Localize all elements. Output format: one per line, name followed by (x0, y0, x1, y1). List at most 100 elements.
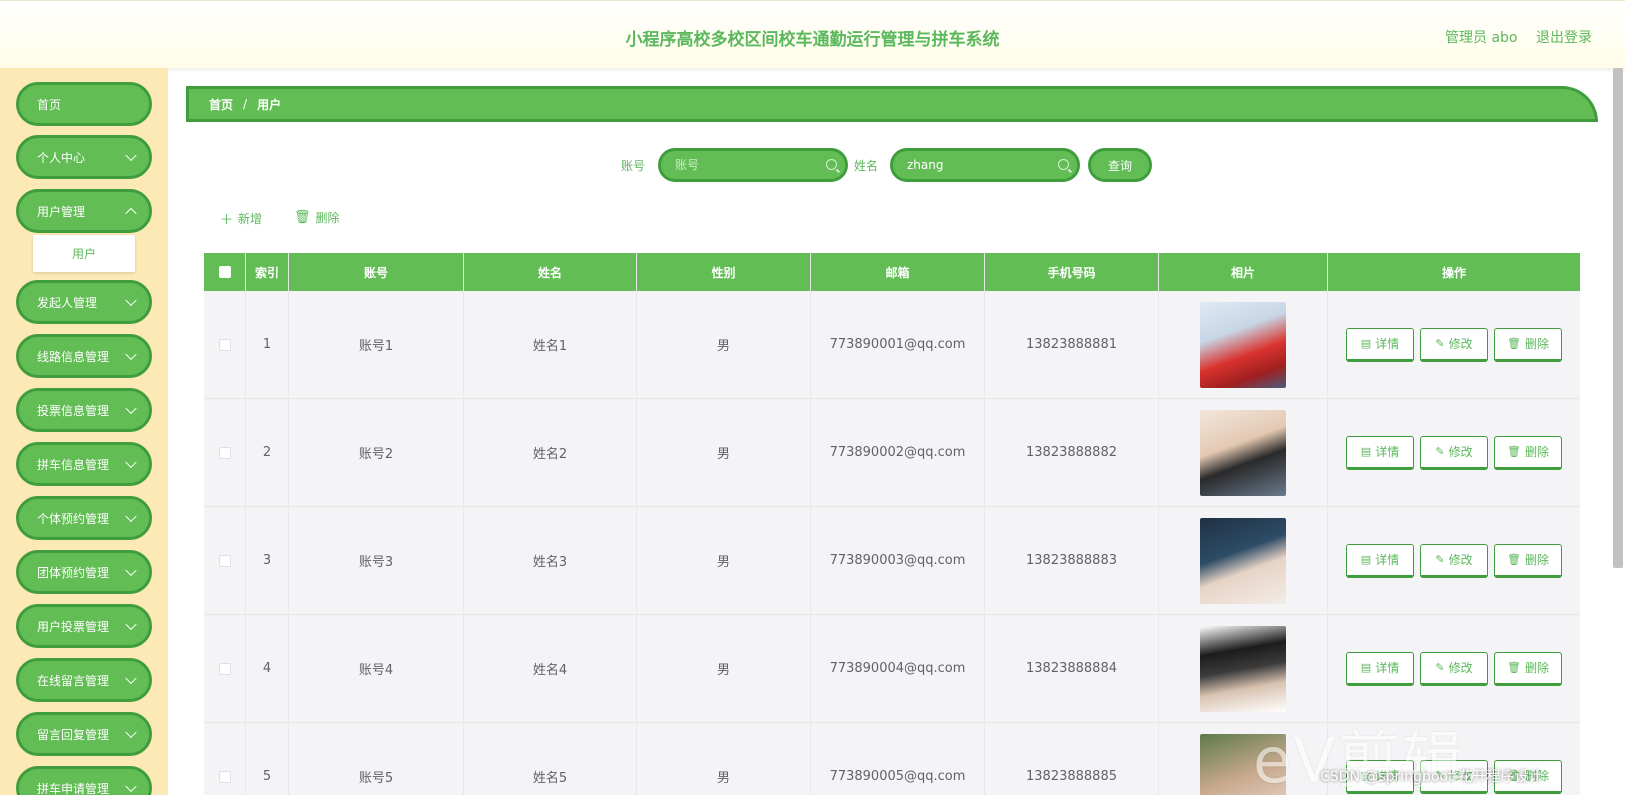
user-photo[interactable] (1200, 301, 1286, 388)
sidebar-item-group-booking[interactable]: 团体预约管理 (16, 550, 152, 594)
index-cell: 1 (246, 291, 289, 398)
table-row: 4 账号4 姓名4 男 773890004@qq.com 13823888884… (204, 615, 1580, 723)
email-cell: 773890003@qq.com (811, 507, 985, 614)
chevron-down-icon (125, 402, 137, 415)
sidebar-item-label: 用户投票管理 (37, 619, 110, 634)
account-cell: 账号2 (289, 399, 464, 506)
sidebar-item-user-vote[interactable]: 用户投票管理 (16, 604, 152, 648)
delete-label: 删除 (1524, 445, 1549, 459)
app-title: 小程序高校多校区间校车通勤运行管理与拼车系统 (625, 30, 1000, 50)
gender-cell: 男 (637, 615, 811, 722)
account-search-input[interactable] (658, 148, 848, 182)
phone-cell: 13823888884 (985, 615, 1159, 722)
sidebar-item-user-management[interactable]: 用户管理 (16, 189, 152, 233)
submenu-item-user[interactable]: 用户 (33, 235, 135, 272)
sidebar-item-label: 团体预约管理 (37, 565, 110, 580)
sidebar-item-label: 留言回复管理 (37, 727, 110, 742)
sidebar-item-message-reply[interactable]: 留言回复管理 (16, 712, 152, 756)
account-cell: 账号1 (289, 291, 464, 398)
edit-button[interactable]: ✎ 修改 (1420, 435, 1488, 470)
detail-button[interactable]: ▤ 详情 (1346, 435, 1414, 470)
phone-cell: 13823888881 (985, 291, 1159, 398)
user-photo[interactable] (1200, 517, 1286, 604)
edit-button[interactable]: ✎ 修改 (1420, 651, 1488, 686)
query-button[interactable]: 查询 (1088, 148, 1152, 182)
row-checkbox[interactable] (218, 554, 231, 567)
add-button[interactable]: ＋ 新增 (220, 209, 262, 228)
search-icon (1058, 159, 1069, 170)
select-all-cell (204, 253, 246, 291)
chevron-down-icon (125, 672, 137, 685)
gender-cell: 男 (637, 291, 811, 398)
sidebar-item-online-message[interactable]: 在线留言管理 (16, 658, 152, 702)
sidebar-item-carpool-apply[interactable]: 拼车申请管理 (16, 766, 152, 795)
gender-cell: 男 (637, 723, 811, 795)
edit-button[interactable]: ✎ 修改 (1420, 327, 1488, 362)
breadcrumb-current: 用户 (257, 97, 282, 112)
delete-button[interactable]: 🗑 删除 (1494, 435, 1562, 470)
breadcrumb: 首页 / 用户 (186, 86, 1598, 122)
trash-icon: 🗑 (1507, 337, 1521, 350)
document-icon: ▤ (1360, 661, 1372, 674)
edit-label: 修改 (1448, 661, 1473, 675)
video-editor-watermark: eV剪辑 (1253, 710, 1553, 795)
table-row: 3 账号3 姓名3 男 773890003@qq.com 13823888883… (204, 507, 1580, 615)
delete-button[interactable]: 🗑 删除 (1494, 327, 1562, 362)
user-photo[interactable] (1200, 625, 1286, 712)
column-header: 性别 (637, 253, 811, 291)
page-scrollbar[interactable] (1613, 68, 1623, 568)
sidebar-item-initiator-management[interactable]: 发起人管理 (16, 280, 152, 324)
email-cell: 773890005@qq.com (811, 723, 985, 795)
sidebar-item-home[interactable]: 首页 (16, 82, 152, 126)
trash-icon: 🗑 (1507, 553, 1521, 566)
account-label: 账号 (621, 159, 646, 173)
pencil-icon: ✎ (1435, 445, 1445, 458)
logout-link[interactable]: 退出登录 (1536, 27, 1592, 47)
delete-label: 删除 (1524, 337, 1549, 351)
name-search-input[interactable] (890, 148, 1080, 182)
detail-button[interactable]: ▤ 详情 (1346, 327, 1414, 362)
admin-label: 管理员 abo (1445, 30, 1518, 46)
name-cell: 姓名4 (464, 615, 637, 722)
delete-button[interactable]: 🗑 删除 (1494, 651, 1562, 686)
sidebar-item-carpool-management[interactable]: 拼车信息管理 (16, 442, 152, 486)
sidebar-item-label: 发起人管理 (37, 295, 98, 310)
index-cell: 2 (246, 399, 289, 506)
user-photo[interactable] (1200, 409, 1286, 496)
edit-label: 修改 (1448, 553, 1473, 567)
sidebar-item-vote-management[interactable]: 投票信息管理 (16, 388, 152, 432)
delete-label: 删除 (1524, 553, 1549, 567)
table-row: 1 账号1 姓名1 男 773890001@qq.com 13823888881… (204, 291, 1580, 399)
row-checkbox[interactable] (218, 770, 231, 783)
chevron-down-icon (125, 294, 137, 307)
select-all-checkbox[interactable] (218, 266, 231, 278)
column-header: 姓名 (464, 253, 637, 291)
edit-button[interactable]: ✎ 修改 (1420, 543, 1488, 578)
row-checkbox[interactable] (218, 662, 231, 675)
email-cell: 773890001@qq.com (811, 291, 985, 398)
sidebar-item-label: 在线留言管理 (37, 673, 110, 688)
detail-button[interactable]: ▤ 详情 (1346, 543, 1414, 578)
email-cell: 773890002@qq.com (811, 399, 985, 506)
index-cell: 3 (246, 507, 289, 614)
detail-label: 详情 (1375, 661, 1400, 675)
row-checkbox[interactable] (218, 446, 231, 459)
delete-button[interactable]: 🗑 删除 (1494, 543, 1562, 578)
batch-delete-button[interactable]: 🗑 删除 (294, 209, 340, 226)
sidebar-item-label: 用户管理 (37, 204, 86, 219)
top-header: 小程序高校多校区间校车通勤运行管理与拼车系统 管理员 abo 退出登录 (0, 0, 1625, 68)
breadcrumb-home[interactable]: 首页 (209, 96, 233, 113)
name-cell: 姓名2 (464, 399, 637, 506)
name-cell: 姓名5 (464, 723, 637, 795)
sidebar-item-route-management[interactable]: 线路信息管理 (16, 334, 152, 378)
detail-label: 详情 (1375, 445, 1400, 459)
row-checkbox[interactable] (218, 338, 231, 351)
chevron-down-icon (125, 780, 137, 793)
detail-button[interactable]: ▤ 详情 (1346, 651, 1414, 686)
sidebar-item-individual-booking[interactable]: 个体预约管理 (16, 496, 152, 540)
index-cell: 5 (246, 723, 289, 795)
trash-icon: 🗑 (1507, 445, 1521, 458)
sidebar-item-label: 首页 (37, 97, 62, 112)
sidebar-item-label: 个体预约管理 (37, 511, 110, 526)
sidebar-item-personal-center[interactable]: 个人中心 (16, 135, 152, 179)
